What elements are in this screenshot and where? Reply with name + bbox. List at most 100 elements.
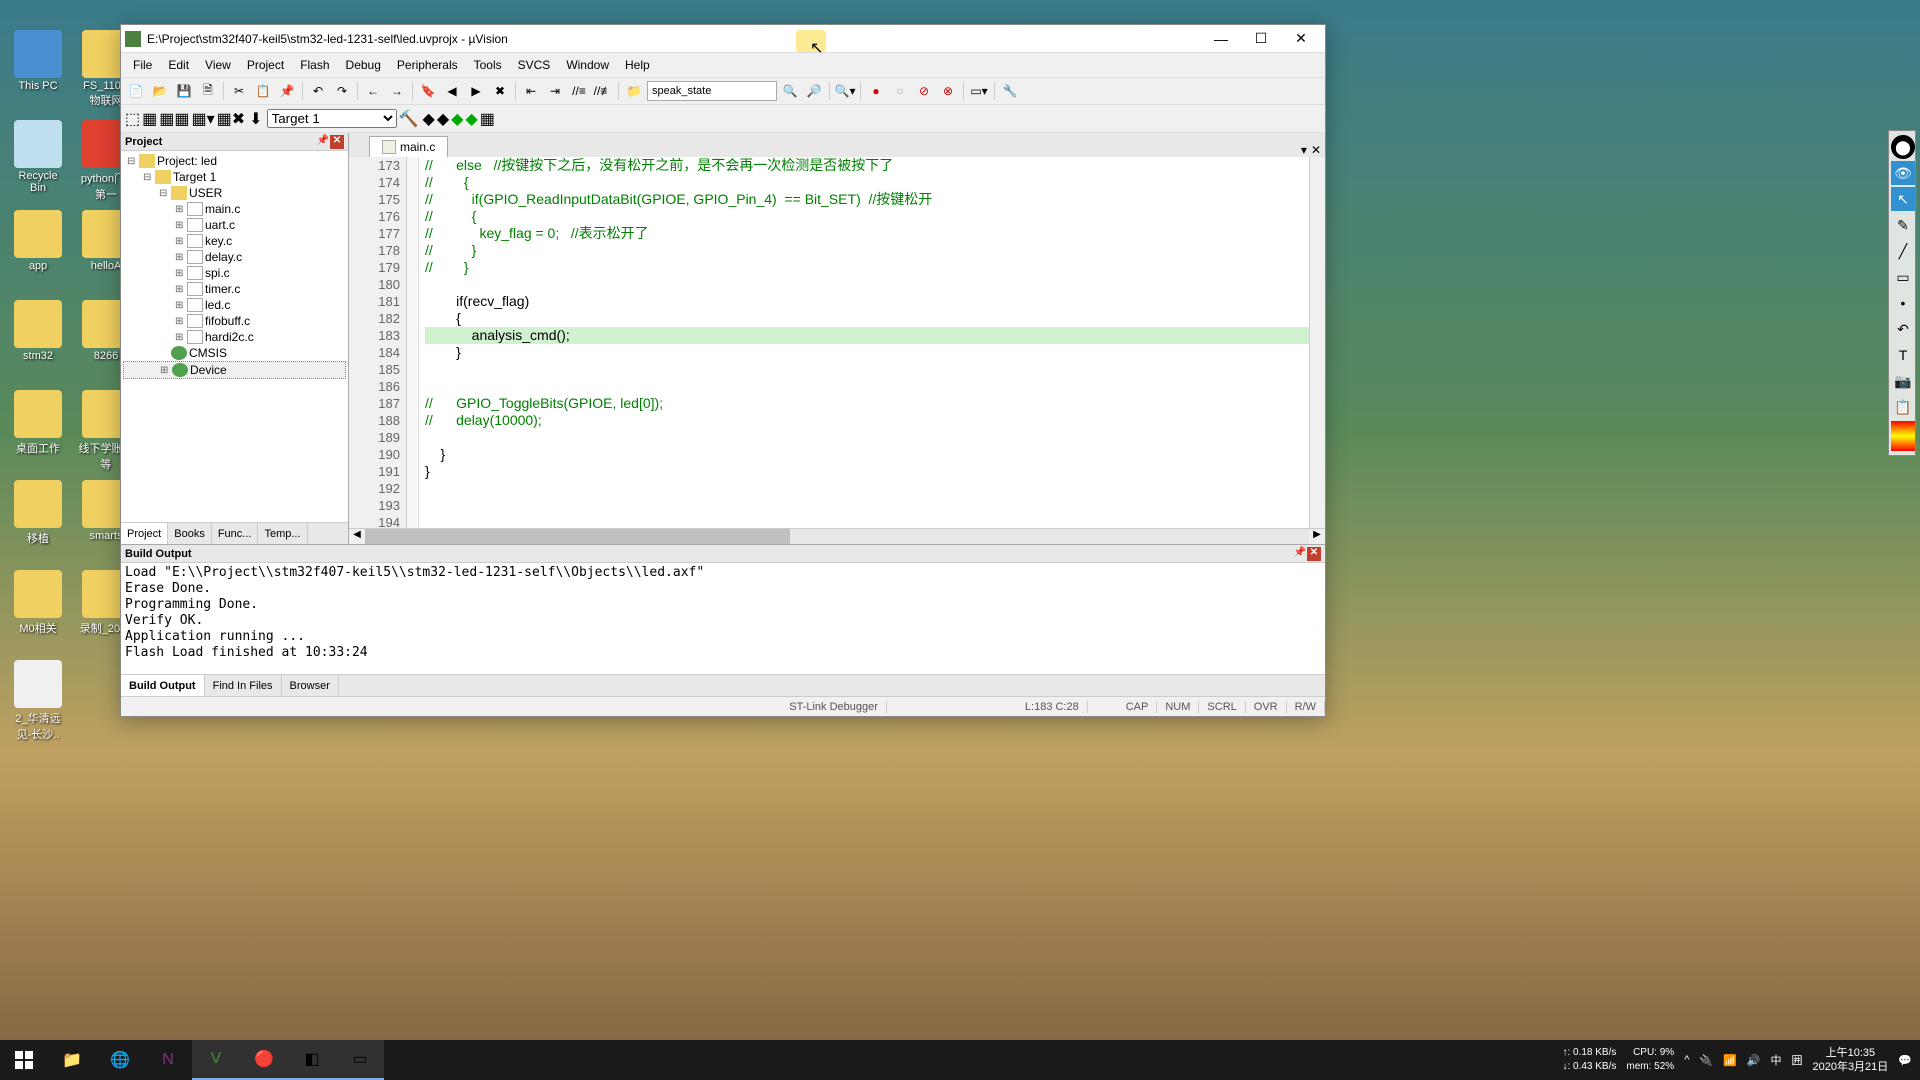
tree-file[interactable]: ⊞main.c [123, 201, 346, 217]
tray-volume-icon[interactable]: 🔊 [1747, 1054, 1761, 1067]
build-output-text[interactable]: Load "E:\\Project\\stm32f407-keil5\\stm3… [121, 563, 1325, 674]
nav-forward-button[interactable]: → [386, 80, 408, 102]
save-all-button[interactable]: 🗎 [197, 80, 219, 102]
redo-button[interactable]: ↷ [331, 80, 353, 102]
tree-cmsis[interactable]: CMSIS [123, 345, 346, 361]
titlebar[interactable]: E:\Project\stm32f407-keil5\stm32-led-123… [121, 25, 1325, 53]
panel-tab[interactable]: Func... [212, 523, 259, 544]
tree-file[interactable]: ⊞led.c [123, 297, 346, 313]
tab-close-button[interactable]: ✕ [1311, 143, 1321, 157]
bookmark-clear-button[interactable]: ✖ [489, 80, 511, 102]
tree-file[interactable]: ⊞fifobuff.c [123, 313, 346, 329]
tree-file[interactable]: ⊞timer.c [123, 281, 346, 297]
undo-button[interactable]: ↶ [307, 80, 329, 102]
comment-button[interactable]: //≡ [568, 80, 590, 102]
bookmark-prev-button[interactable]: ◀ [441, 80, 463, 102]
tray-notifications-icon[interactable]: 💬 [1898, 1054, 1912, 1067]
code-area[interactable]: 1731741751761771781791801811821831841851… [349, 157, 1325, 528]
breakpoint-disable-button[interactable]: ⊘ [913, 80, 935, 102]
menu-help[interactable]: Help [617, 55, 658, 75]
panel-tab[interactable]: Project [121, 523, 168, 544]
find-button[interactable]: 🔍 [779, 80, 801, 102]
desktop-icon[interactable]: app [10, 210, 66, 272]
eye-icon[interactable]: 👁 [1891, 161, 1915, 185]
network-stats[interactable]: ↑: 0.18 KB/s↓: 0.43 KB/s [1562, 1046, 1616, 1074]
translate-button[interactable]: ⬚ [125, 109, 140, 129]
color-swatch[interactable] [1891, 421, 1915, 451]
taskbar-keil[interactable]: ◧ [288, 1040, 336, 1080]
pack-installer-button[interactable]: ◆ [465, 109, 477, 129]
incremental-find-button[interactable]: 🔎 [803, 80, 825, 102]
pin-icon[interactable]: 📌 [1293, 547, 1307, 561]
tree-file[interactable]: ⊞delay.c [123, 249, 346, 265]
tray-wifi-icon[interactable]: 📶 [1723, 1054, 1737, 1067]
vertical-scrollbar[interactable] [1309, 157, 1325, 528]
manage-rte-button[interactable]: ◆ [437, 109, 449, 129]
tray-ime-icon[interactable]: 中 [1770, 1052, 1781, 1068]
find-in-files-button[interactable]: 📁 [623, 80, 645, 102]
taskbar-file-explorer[interactable]: 📁 [48, 1040, 96, 1080]
github-icon[interactable]: ⬤ [1891, 135, 1915, 159]
horizontal-scrollbar[interactable]: ◀ ▶ [349, 528, 1325, 544]
panel-close-button[interactable]: ✕ [330, 135, 344, 149]
indent-right-button[interactable]: ⇥ [544, 80, 566, 102]
text-icon[interactable]: T [1891, 343, 1915, 367]
dot-icon[interactable]: • [1891, 291, 1915, 315]
project-tree[interactable]: ⊟Project: led ⊟Target 1 ⊟USER ⊞main.c⊞ua… [121, 151, 348, 522]
rect-icon[interactable]: ▭ [1891, 265, 1915, 289]
paste-button[interactable]: 📌 [276, 80, 298, 102]
desktop-icon[interactable]: 桌面工作 [10, 390, 66, 456]
bookmark-button[interactable]: 🔖 [417, 80, 439, 102]
stop-build-button[interactable]: ▦✖ [217, 109, 246, 129]
tray-date-indicator-icon[interactable]: 囲 [1791, 1052, 1802, 1068]
manage-project-button[interactable]: ◆ [423, 109, 435, 129]
tray-chevron-up-icon[interactable]: ^ [1684, 1054, 1689, 1066]
nav-back-button[interactable]: ← [362, 80, 384, 102]
menu-debug[interactable]: Debug [338, 55, 389, 75]
scroll-right-button[interactable]: ▶ [1309, 529, 1325, 544]
scroll-thumb[interactable] [365, 529, 790, 544]
target-options-button[interactable]: 🔨 [399, 109, 419, 129]
tree-file[interactable]: ⊞spi.c [123, 265, 346, 281]
tree-file[interactable]: ⊞uart.c [123, 217, 346, 233]
rebuild-button[interactable]: ▦▦ [159, 109, 189, 129]
breakpoint-insert-button[interactable]: ● [865, 80, 887, 102]
desktop-icon[interactable]: M0相关 [10, 570, 66, 636]
undo-icon[interactable]: ↶ [1891, 317, 1915, 341]
download-button[interactable]: ⬇ [249, 109, 262, 129]
configure-button[interactable]: 🔧 [999, 80, 1021, 102]
camera-icon[interactable]: 📷 [1891, 369, 1915, 393]
desktop-icon[interactable]: Recycle Bin [10, 120, 66, 194]
menu-view[interactable]: View [197, 55, 239, 75]
menu-flash[interactable]: Flash [292, 55, 337, 75]
clipboard-icon[interactable]: 📋 [1891, 395, 1915, 419]
desktop-icon[interactable]: 移植 [10, 480, 66, 546]
debug-button[interactable]: 🔍▾ [834, 80, 856, 102]
menu-svcs[interactable]: SVCS [510, 55, 559, 75]
build-button[interactable]: ▦ [142, 109, 157, 129]
pin-icon[interactable]: 📌 [316, 135, 330, 149]
batch-build-button[interactable]: ▦▾ [191, 109, 214, 129]
desktop-icon[interactable]: stm32 [10, 300, 66, 362]
taskbar-chrome[interactable]: 🌐 [96, 1040, 144, 1080]
uncomment-button[interactable]: //≢ [592, 80, 614, 102]
pencil-icon[interactable]: ✎ [1891, 213, 1915, 237]
select-pack-button[interactable]: ◆ [451, 109, 463, 129]
taskbar-onenote[interactable]: N [144, 1040, 192, 1080]
new-button[interactable]: 📄 [125, 80, 147, 102]
menu-peripherals[interactable]: Peripherals [389, 55, 466, 75]
menu-project[interactable]: Project [239, 55, 292, 75]
cursor-tool-icon[interactable]: ↖ [1891, 187, 1915, 211]
desktop-icon[interactable]: 2_华清远见-长沙.. [10, 660, 66, 742]
start-button[interactable] [0, 1040, 48, 1080]
cut-button[interactable]: ✂ [228, 80, 250, 102]
tree-project-root[interactable]: ⊟Project: led [123, 153, 346, 169]
search-combo[interactable] [647, 81, 777, 101]
taskbar-clock[interactable]: 上午10:352020年3月21日 [1812, 1046, 1888, 1074]
menu-tools[interactable]: Tools [466, 55, 510, 75]
panel-tab[interactable]: Books [168, 523, 212, 544]
save-button[interactable]: 💾 [173, 80, 195, 102]
menu-window[interactable]: Window [558, 55, 617, 75]
code-lines[interactable]: // else //按键按下之后，没有松开之前，是不会再一次检测是否被按下了//… [419, 157, 1309, 528]
output-tab[interactable]: Find In Files [205, 675, 282, 696]
